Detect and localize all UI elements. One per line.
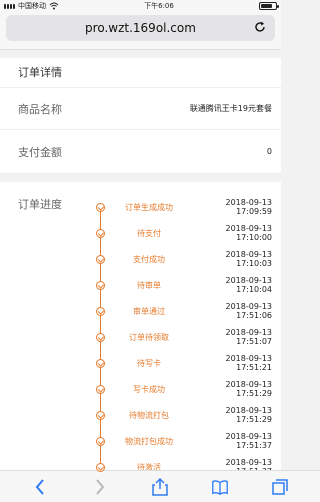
payment-label: 支付金额 — [18, 145, 62, 159]
status-time: 下午6:06 — [144, 2, 174, 10]
step-name: 支付成功 — [133, 254, 165, 264]
step-name: 待审单 — [137, 280, 161, 290]
step-time: 2018-09-13 17:10:04 — [225, 276, 273, 294]
check-circle-icon — [96, 280, 105, 290]
progress-step: 待写卡 2018-09-13 17:51:21 — [96, 350, 273, 392]
reload-icon[interactable] — [253, 20, 267, 34]
step-time: 2018-09-13 17:51:37 — [225, 432, 273, 450]
progress-step: 待审单 2018-09-13 17:10:04 — [96, 272, 273, 314]
address-bar[interactable]: pro.wzt.169ol.com — [6, 15, 275, 41]
check-circle-icon — [96, 436, 105, 446]
forward-button[interactable] — [91, 478, 109, 496]
progress-step: 订单待领取 2018-09-13 17:51:07 — [96, 324, 273, 366]
share-button[interactable] — [151, 477, 169, 496]
progress-step: 审单通过 2018-09-13 17:51:06 — [96, 298, 273, 340]
signal-icon — [4, 3, 15, 9]
share-icon — [152, 477, 168, 496]
progress-timeline: 订单生成成功 2018-09-13 17:09:59 待支付 2018-09-13 … — [96, 194, 272, 480]
browser-address-bar-container: pro.wzt.169ol.com — [0, 12, 281, 50]
tabs-button[interactable] — [271, 478, 289, 496]
status-bar: 中国移动 下午6:06 — [0, 0, 281, 12]
wifi-icon — [49, 2, 59, 10]
status-left: 中国移动 — [4, 1, 59, 11]
progress-step: 支付成功 2018-09-13 17:10:03 — [96, 246, 273, 288]
order-progress-section: 订单进度 订单生成成功 2018-09-13 17:09:59 待支付 2018-0… — [0, 182, 281, 496]
step-time: 2018-09-13 17:51:29 — [225, 380, 273, 398]
progress-step: 订单生成成功 2018-09-13 17:09:59 — [96, 194, 273, 236]
product-name-row: 商品名称 联通腾讯王卡19元套餐 — [0, 88, 281, 130]
step-name: 待写卡 — [137, 358, 161, 368]
check-circle-icon — [96, 254, 105, 264]
order-detail-card: 订单详情 商品名称 联通腾讯王卡19元套餐 支付金额 0 — [0, 58, 281, 174]
step-name: 审单通过 — [133, 306, 165, 316]
progress-step: 待物流打包 2018-09-13 17:51:29 — [96, 402, 273, 444]
progress-step: 待支付 2018-09-13 17:10:00 — [96, 220, 273, 262]
url-text: pro.wzt.169ol.com — [85, 21, 196, 35]
carrier-name: 中国移动 — [18, 2, 46, 10]
payment-value: 0 — [266, 147, 272, 156]
check-circle-icon — [96, 306, 105, 316]
product-name-label: 商品名称 — [18, 102, 62, 116]
browser-toolbar — [0, 470, 320, 502]
step-time: 2018-09-13 17:51:07 — [225, 328, 273, 346]
step-time: 2018-09-13 17:10:03 — [225, 250, 273, 268]
back-button[interactable] — [31, 478, 49, 496]
step-time: 2018-09-13 17:51:06 — [225, 302, 273, 320]
step-time: 2018-09-13 17:51:21 — [225, 354, 273, 372]
step-name: 写卡成功 — [133, 384, 165, 394]
progress-step: 写卡成功 2018-09-13 17:51:29 — [96, 376, 273, 418]
step-name: 订单待领取 — [129, 332, 169, 342]
check-circle-icon — [96, 358, 105, 368]
check-circle-icon — [96, 384, 105, 394]
step-time: 2018-09-13 17:09:59 — [225, 198, 273, 216]
tabs-icon — [272, 478, 288, 495]
step-name: 待支付 — [137, 228, 161, 238]
page-title: 订单详情 — [0, 58, 281, 88]
status-right — [258, 2, 279, 10]
chevron-left-icon — [35, 478, 44, 495]
progress-step: 物流打包成功 2018-09-13 17:51:37 — [96, 428, 273, 470]
check-circle-icon — [96, 228, 105, 238]
bookmarks-button[interactable] — [211, 478, 229, 496]
battery-fill — [260, 4, 272, 8]
check-circle-icon — [96, 332, 105, 342]
step-name: 待物流打包 — [129, 410, 169, 420]
step-name: 订单生成成功 — [125, 202, 173, 212]
payment-row: 支付金额 0 — [0, 130, 281, 174]
step-time: 2018-09-13 17:10:00 — [225, 224, 273, 242]
product-name-value: 联通腾讯王卡19元套餐 — [189, 104, 272, 113]
book-icon — [212, 479, 228, 495]
battery-icon — [258, 2, 279, 10]
check-circle-icon — [96, 202, 105, 212]
order-progress-label: 订单进度 — [18, 198, 62, 211]
check-circle-icon — [96, 462, 105, 472]
step-name: 物流打包成功 — [125, 436, 173, 446]
step-time: 2018-09-13 17:51:29 — [225, 406, 273, 424]
check-circle-icon — [96, 410, 105, 420]
chevron-right-icon — [96, 478, 105, 495]
